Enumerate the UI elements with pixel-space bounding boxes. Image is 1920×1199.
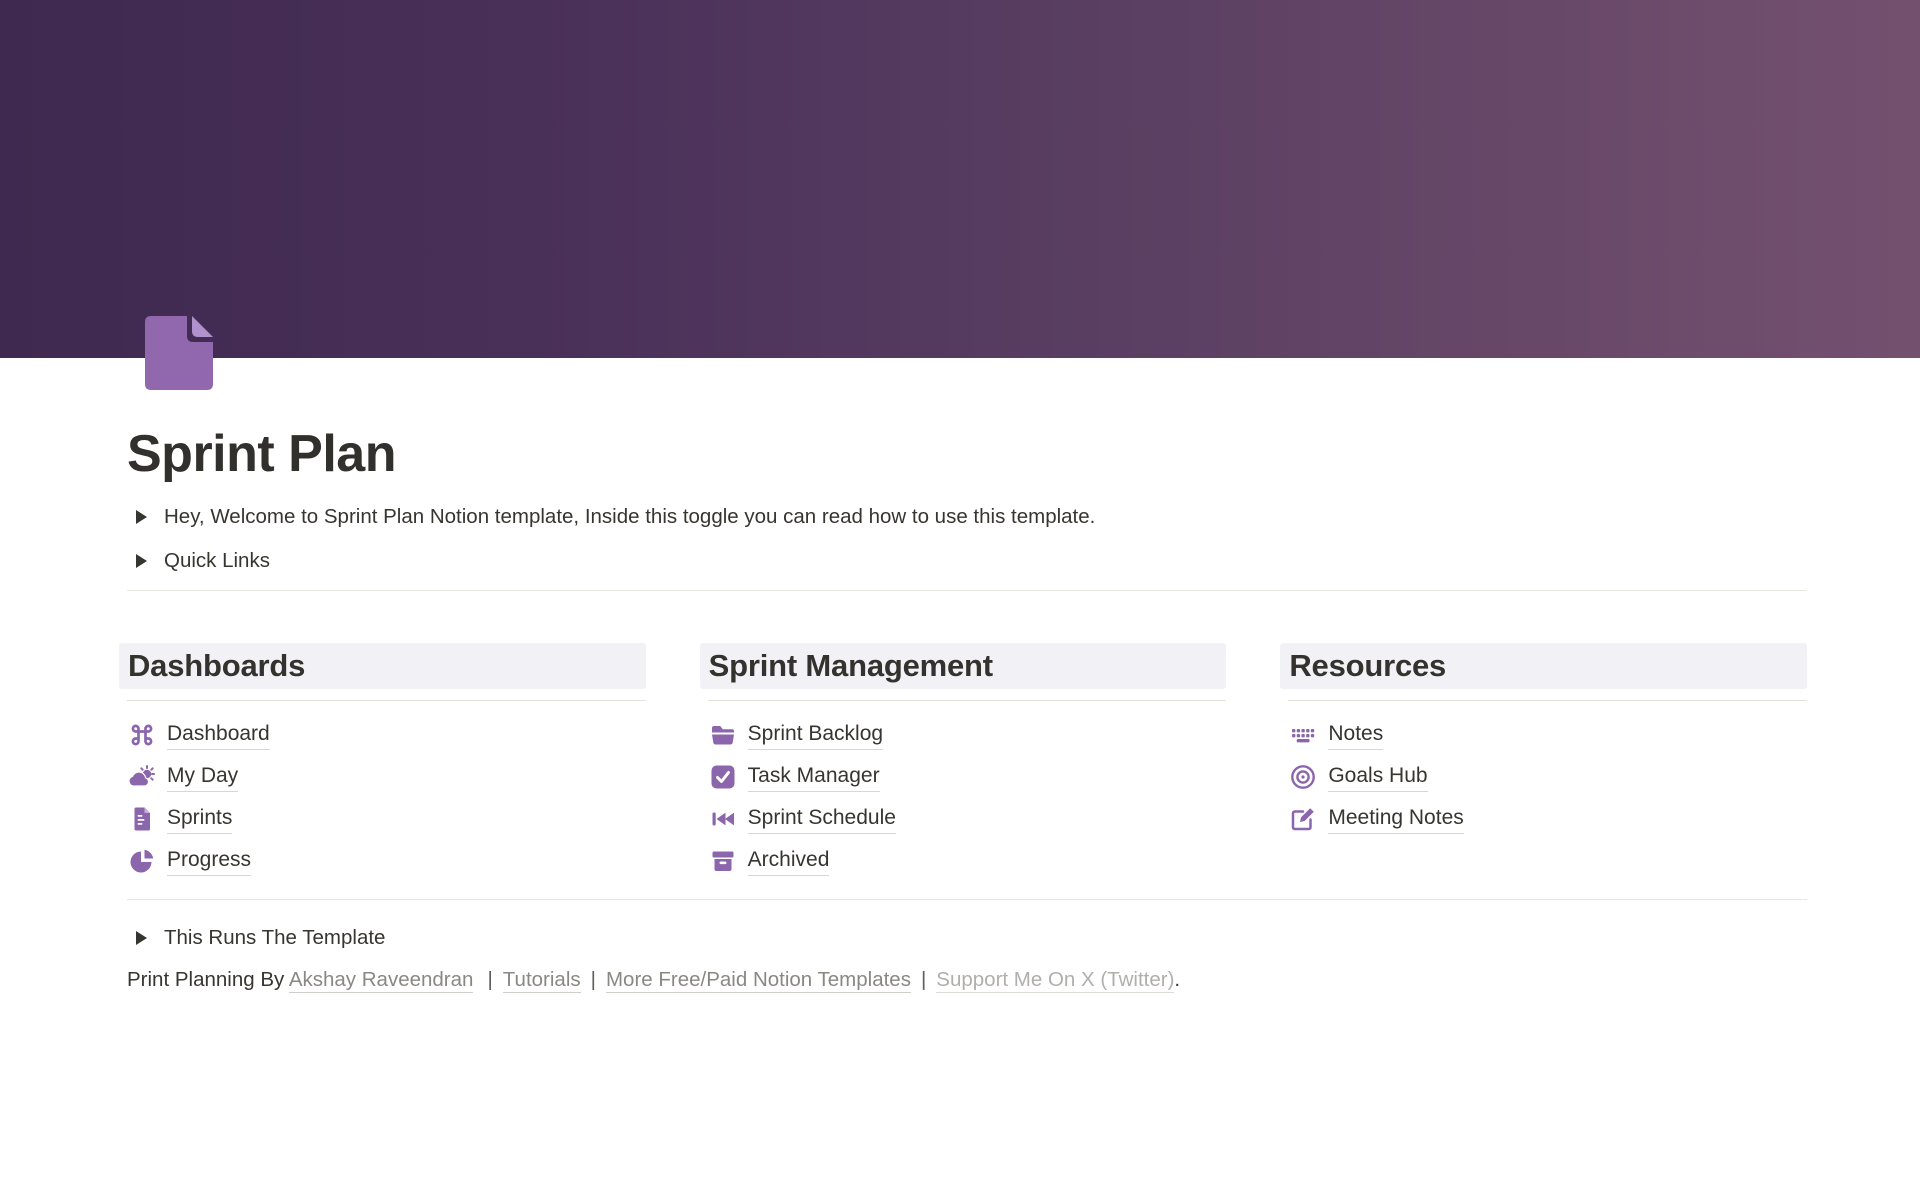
link-item-notes[interactable]: Notes <box>1288 714 1807 756</box>
link-label[interactable]: Progress <box>167 847 251 876</box>
link-label[interactable]: Archived <box>748 847 830 876</box>
toggle-arrow-icon[interactable] <box>136 510 147 524</box>
link-item-meeting-notes[interactable]: Meeting Notes <box>1288 798 1807 840</box>
checked-checkbox-icon <box>709 763 737 791</box>
column-heading-sprint-management: Sprint Management <box>700 643 1227 689</box>
footer-link-author[interactable]: Akshay Raveendran <box>289 968 474 993</box>
link-label[interactable]: Task Manager <box>748 763 880 792</box>
column-heading-label: Dashboards <box>128 648 305 684</box>
link-label[interactable]: Sprint Schedule <box>748 805 896 834</box>
divider <box>127 590 1807 591</box>
link-item-progress[interactable]: Progress <box>127 840 646 882</box>
footer-link-twitter[interactable]: Support Me On X (Twitter) <box>936 968 1174 993</box>
footer-prefix: Print Planning By <box>127 968 289 991</box>
toggle-welcome[interactable]: Hey, Welcome to Sprint Plan Notion templ… <box>127 495 1807 539</box>
link-columns: Dashboards Dashboard <box>127 643 1807 882</box>
link-label[interactable]: Goals Hub <box>1328 763 1427 792</box>
link-item-my-day[interactable]: My Day <box>127 756 646 798</box>
footer-link-tutorials[interactable]: Tutorials <box>503 968 581 993</box>
toggle-quick-links-label: Quick Links <box>164 547 270 575</box>
page-title[interactable]: Sprint Plan <box>127 0 1807 484</box>
toggle-runs-template-label: This Runs The Template <box>164 924 385 952</box>
divider <box>708 700 1227 701</box>
link-item-sprint-backlog[interactable]: Sprint Backlog <box>708 714 1227 756</box>
footer-link-templates[interactable]: More Free/Paid Notion Templates <box>606 968 911 993</box>
pie-chart-icon <box>128 847 156 875</box>
link-label[interactable]: Meeting Notes <box>1328 805 1463 834</box>
link-item-goals-hub[interactable]: Goals Hub <box>1288 756 1807 798</box>
edit-square-icon <box>1289 805 1317 833</box>
link-label[interactable]: My Day <box>167 763 238 792</box>
toggle-this-runs-the-template[interactable]: This Runs The Template <box>127 916 1807 960</box>
column-heading-resources: Resources <box>1280 643 1807 689</box>
link-item-sprint-schedule[interactable]: Sprint Schedule <box>708 798 1227 840</box>
toggle-welcome-label: Hey, Welcome to Sprint Plan Notion templ… <box>164 503 1095 531</box>
footer-separator: | <box>591 968 596 991</box>
column-dashboards: Dashboards Dashboard <box>127 643 646 882</box>
footer-separator: | <box>921 968 926 991</box>
command-icon <box>128 721 156 749</box>
column-sprint-management: Sprint Management Sprint Backlog <box>708 643 1227 882</box>
keyboard-icon <box>1289 721 1317 749</box>
toggle-arrow-icon[interactable] <box>136 931 147 945</box>
link-label[interactable]: Notes <box>1328 721 1383 750</box>
footer-credits: Print Planning By Akshay Raveendran | Tuto… <box>127 965 1807 995</box>
page-lines-icon <box>128 805 156 833</box>
link-item-dashboard[interactable]: Dashboard <box>127 714 646 756</box>
page-body: Sprint Plan Hey, Welcome to Sprint Plan … <box>127 0 1807 995</box>
divider <box>127 899 1807 900</box>
target-icon <box>1289 763 1317 791</box>
column-heading-label: Resources <box>1289 648 1446 684</box>
link-label[interactable]: Dashboard <box>167 721 270 750</box>
link-item-task-manager[interactable]: Task Manager <box>708 756 1227 798</box>
link-label[interactable]: Sprint Backlog <box>748 721 883 750</box>
footer-separator: | <box>487 968 492 991</box>
archive-box-icon <box>709 847 737 875</box>
column-resources: Resources <box>1288 643 1807 882</box>
link-label[interactable]: Sprints <box>167 805 232 834</box>
divider <box>1288 700 1807 701</box>
folder-icon <box>709 721 737 749</box>
column-heading-label: Sprint Management <box>709 648 993 684</box>
sun-behind-cloud-icon <box>128 763 156 791</box>
rewind-icon <box>709 805 737 833</box>
link-item-archived[interactable]: Archived <box>708 840 1227 882</box>
toggle-arrow-icon[interactable] <box>136 554 147 568</box>
footer-suffix: . <box>1174 968 1180 991</box>
link-item-sprints[interactable]: Sprints <box>127 798 646 840</box>
toggle-quick-links[interactable]: Quick Links <box>127 539 1807 583</box>
column-heading-dashboards: Dashboards <box>119 643 646 689</box>
divider <box>127 700 646 701</box>
